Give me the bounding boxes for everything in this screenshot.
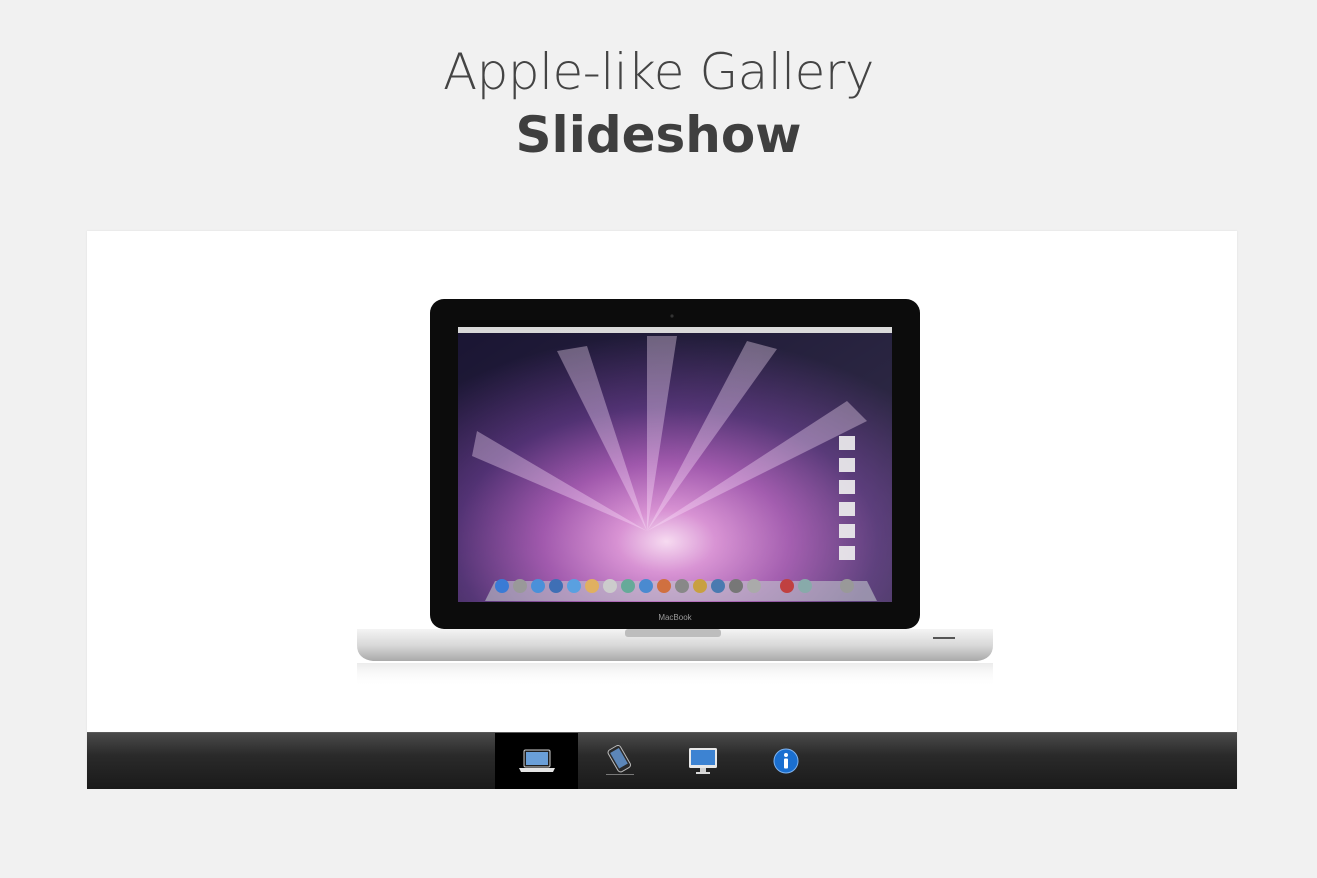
monitor-icon (688, 748, 717, 774)
page-title: Apple-like Gallery (442, 43, 875, 101)
laptop-icon (518, 749, 555, 772)
slide-stage: MacBook (87, 231, 1237, 732)
page-heading: Apple-like Gallery Slideshow (0, 40, 1317, 166)
slide-image-macbook: MacBook (357, 299, 993, 687)
page-subtitle: Slideshow (515, 106, 802, 164)
menu-item-phone[interactable] (578, 733, 661, 789)
laptop-badge: MacBook (658, 613, 692, 622)
phone-icon (605, 744, 634, 775)
slideshow-menu (87, 732, 1237, 789)
menu-item-info[interactable] (744, 733, 827, 789)
menu-item-laptop[interactable] (495, 733, 578, 789)
thumbnail-nav (495, 733, 827, 789)
menu-item-monitor[interactable] (661, 733, 744, 789)
info-icon (773, 748, 798, 774)
gallery: MacBook (87, 231, 1237, 789)
